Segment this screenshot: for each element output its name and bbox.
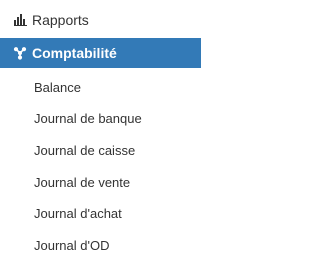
- submenu-item-journal-de-caisse[interactable]: Journal de caisse: [0, 138, 201, 162]
- sidebar-item-comptabilite[interactable]: Comptabilité: [0, 38, 201, 68]
- settings-cogs-icon: [13, 46, 27, 60]
- submenu-item-journal-d-achat[interactable]: Journal d'achat: [0, 201, 201, 225]
- submenu-item-label: Journal d'OD: [34, 237, 110, 253]
- submenu-item-label: Balance: [34, 79, 81, 95]
- sidebar-item-label: Comptabilité: [32, 45, 117, 61]
- submenu-item-label: Journal de caisse: [34, 142, 136, 158]
- bar-chart-icon: [13, 13, 27, 27]
- sidebar-menu: Rapports Comptabilité Balance Journal de…: [0, 0, 201, 265]
- submenu-item-label: Journal de vente: [34, 174, 131, 190]
- submenu-item-balance[interactable]: Balance: [0, 75, 201, 99]
- sidebar-item-rapports[interactable]: Rapports: [0, 7, 201, 33]
- submenu-item-label: Journal de banque: [34, 110, 142, 126]
- submenu-item-journal-d-od[interactable]: Journal d'OD: [0, 233, 201, 257]
- submenu-item-label: Journal d'achat: [34, 205, 122, 221]
- sidebar-item-label: Rapports: [32, 12, 89, 28]
- submenu-item-journal-de-banque[interactable]: Journal de banque: [0, 106, 201, 130]
- submenu-item-journal-de-vente[interactable]: Journal de vente: [0, 170, 201, 194]
